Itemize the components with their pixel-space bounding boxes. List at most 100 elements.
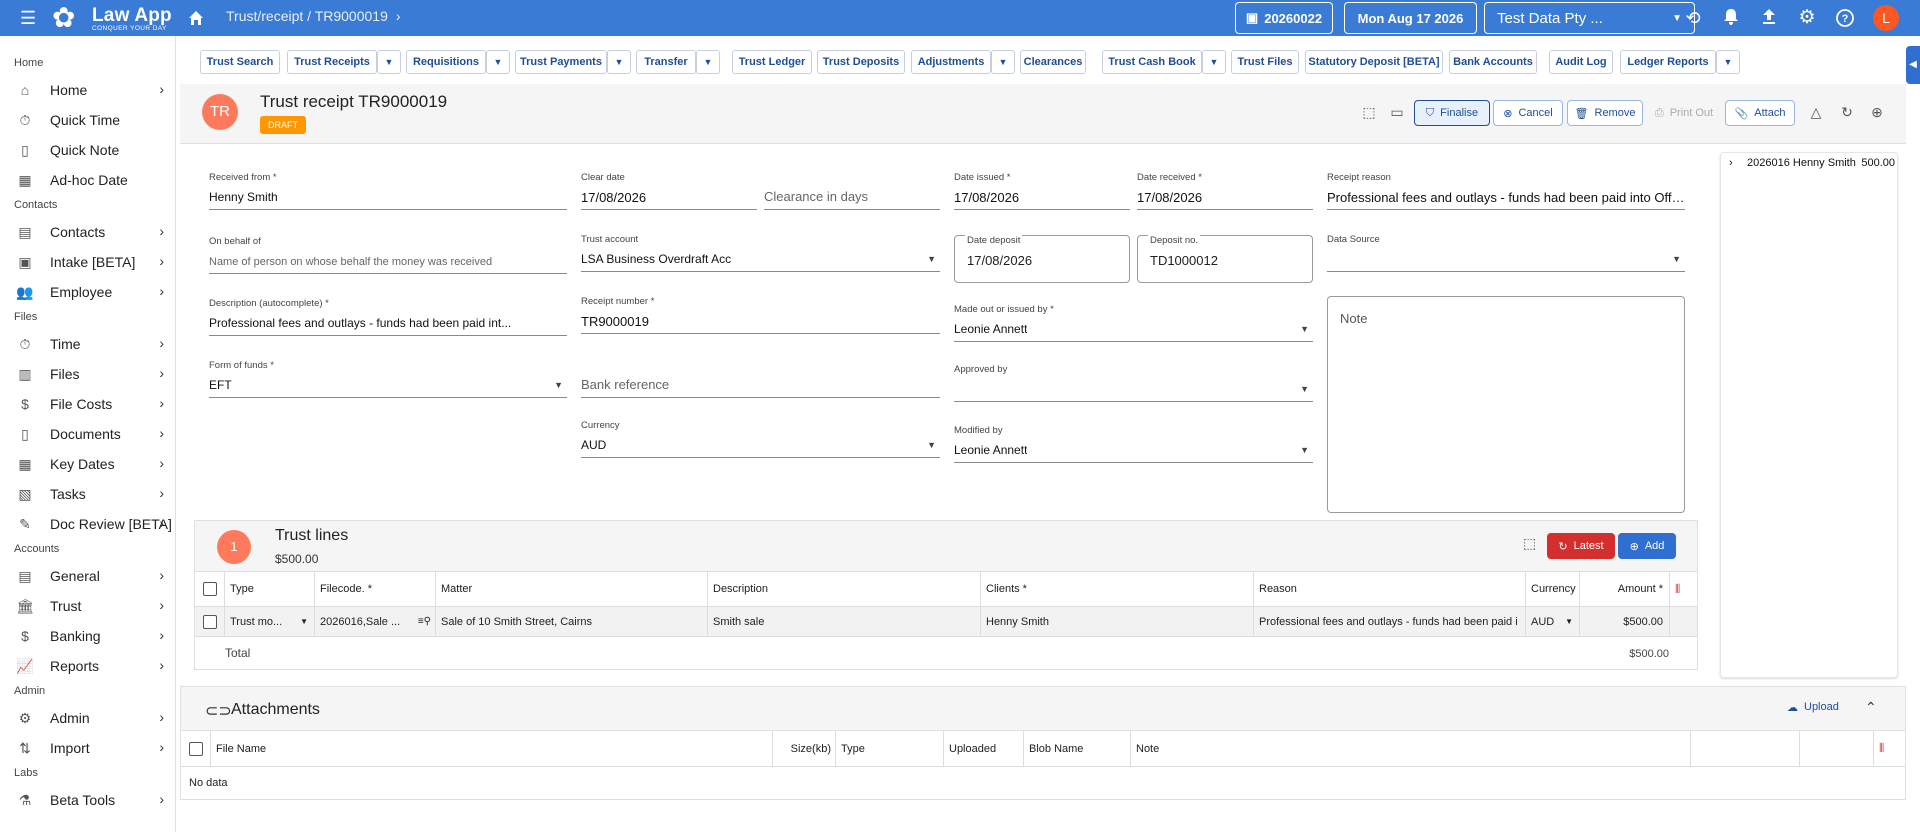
sidebar-item-employee[interactable]: 👥 Employee ›: [16, 279, 174, 305]
home-icon[interactable]: [186, 8, 206, 28]
add-button[interactable]: ⊕ Add: [1618, 533, 1676, 559]
tab-clearances[interactable]: Clearances: [1020, 50, 1086, 74]
column-header[interactable]: Blob Name: [1024, 731, 1131, 766]
column-header[interactable]: Reason: [1254, 572, 1526, 606]
column-header[interactable]: Filecode. *: [315, 572, 436, 606]
tab-ledger-reports[interactable]: Ledger Reports: [1620, 50, 1716, 74]
sidebar-item-admin[interactable]: ⚙ Admin ›: [16, 705, 174, 731]
row-checkbox[interactable]: [202, 614, 217, 629]
matter-cell[interactable]: Sale of 10 Smith Street, Cairns: [436, 607, 708, 636]
form-of-funds-select[interactable]: Form of funds * EFT ▼: [209, 360, 567, 398]
amount-cell[interactable]: $500.00: [1580, 607, 1670, 636]
tab-trust-payments[interactable]: Trust Payments: [515, 50, 607, 74]
data-source-select[interactable]: Data Source ▼: [1327, 234, 1685, 272]
sidebar-item-files[interactable]: ▥ Files ›: [16, 361, 174, 387]
sidebar-item-home[interactable]: ⌂ Home ›: [16, 77, 174, 103]
requisitions-dropdown[interactable]: ▼: [486, 50, 510, 74]
sidebar-item-banking[interactable]: $ Banking ›: [16, 623, 174, 649]
trust-receipts-dropdown[interactable]: ▼: [377, 50, 401, 74]
receipt-number-field[interactable]: Receipt number * TR9000019: [581, 296, 940, 334]
description-field[interactable]: Description (autocomplete) * Professiona…: [209, 298, 567, 336]
sidebar-item-file-costs[interactable]: $ File Costs ›: [16, 391, 174, 417]
approved-by-select[interactable]: Approved by ▼: [954, 364, 1313, 402]
finalise-button[interactable]: ⛉ Finalise: [1414, 100, 1490, 126]
tree-item[interactable]: › 2026016 Henny Smith 500.00: [1729, 157, 1895, 169]
sidebar-item-trust[interactable]: 🏛 Trust ›: [16, 593, 174, 619]
ledger-reports-dropdown[interactable]: ▼: [1716, 50, 1740, 74]
modified-by-select[interactable]: Modified by Leonie Annett ▼: [954, 425, 1313, 463]
column-header[interactable]: Clients *: [981, 572, 1254, 606]
tab-transfer[interactable]: Transfer: [636, 50, 696, 74]
trust-account-select[interactable]: Trust account LSA Business Overdraft Acc…: [581, 234, 940, 272]
help-icon[interactable]: ?: [1835, 8, 1855, 28]
gear-icon[interactable]: ⚙: [1797, 8, 1817, 28]
app-logo[interactable]: ✿ Law App CONQUER YOUR DAY: [52, 2, 176, 34]
date-button[interactable]: Mon Aug 17 2026: [1344, 2, 1477, 34]
type-select[interactable]: Trust mo... ▼: [225, 607, 315, 636]
date-received-field[interactable]: Date received * 17/08/2026: [1137, 172, 1313, 210]
deposit-no-field[interactable]: Deposit no. TD1000012: [1137, 235, 1313, 283]
user-avatar[interactable]: L: [1873, 5, 1899, 31]
add-circle-icon[interactable]: ⊕: [1868, 103, 1886, 121]
description-cell[interactable]: Smith sale: [708, 607, 981, 636]
latest-button[interactable]: ↻ Latest: [1547, 533, 1615, 559]
breadcrumb-text[interactable]: Trust/receipt / TR9000019: [226, 8, 388, 24]
sidebar-item-intake[interactable]: ▣ Intake [BETA] ›: [16, 249, 174, 275]
table-row[interactable]: Trust mo... ▼ 2026016,Sale ... ≡⚲ Sale of …: [195, 607, 1697, 637]
select-all-checkbox[interactable]: [188, 741, 203, 756]
column-header[interactable]: Note: [1131, 731, 1691, 766]
tab-trust-ledger[interactable]: Trust Ledger: [732, 50, 812, 74]
column-header[interactable]: Currency: [1526, 572, 1580, 606]
sidebar-item-quick-note[interactable]: ▯ Quick Note: [16, 137, 174, 163]
tab-requisitions[interactable]: Requisitions: [406, 50, 486, 74]
reason-cell[interactable]: Professional fees and outlays - funds ha…: [1254, 607, 1526, 636]
column-header[interactable]: Amount *: [1580, 572, 1670, 606]
date-issued-field[interactable]: Date issued * 17/08/2026: [954, 172, 1130, 210]
collapse-icon[interactable]: ⌃: [1865, 699, 1877, 716]
column-header[interactable]: File Name: [211, 731, 773, 766]
sidebar-item-documents[interactable]: ▯ Documents ›: [16, 421, 174, 447]
select-area-icon[interactable]: ⬚: [1360, 103, 1378, 121]
clear-date-field[interactable]: Clear date 17/08/2026: [581, 172, 757, 210]
receipt-reason-field[interactable]: Receipt reason Professional fees and out…: [1327, 172, 1685, 210]
tab-adjustments[interactable]: Adjustments: [911, 50, 991, 74]
warning-icon[interactable]: △: [1807, 103, 1825, 121]
note-textarea[interactable]: Note: [1327, 296, 1685, 513]
transfer-dropdown[interactable]: ▼: [696, 50, 720, 74]
on-behalf-of-field[interactable]: On behalf of Name of person on whose beh…: [209, 236, 567, 274]
sidebar-item-beta-tools[interactable]: ⚗ Beta Tools ›: [16, 787, 174, 813]
company-select[interactable]: Test Data Pty ... ▼: [1484, 2, 1695, 34]
currency-cell[interactable]: AUD ▼: [1526, 607, 1580, 636]
search-list-icon[interactable]: ≡⚲: [418, 616, 431, 627]
cancel-button[interactable]: ⊗ Cancel: [1493, 100, 1563, 126]
refresh-icon[interactable]: ↻: [1838, 103, 1856, 121]
history-icon[interactable]: ⟲: [1683, 8, 1703, 28]
period-button[interactable]: ▣ 20260022: [1235, 2, 1333, 34]
remove-button[interactable]: 🗑 Remove: [1567, 100, 1643, 126]
column-header[interactable]: Size(kb): [773, 731, 836, 766]
select-area-icon[interactable]: ⬚: [1523, 535, 1541, 553]
tab-bank-accounts[interactable]: Bank Accounts: [1449, 50, 1537, 74]
menu-icon[interactable]: ☰: [20, 9, 38, 27]
select-all-checkbox[interactable]: [202, 582, 217, 596]
tab-trust-search[interactable]: Trust Search: [200, 50, 280, 74]
tab-statutory-deposit[interactable]: Statutory Deposit [BETA]: [1305, 50, 1443, 74]
sidebar-item-doc-review[interactable]: ✎ Doc Review [BETA] ›: [16, 511, 174, 537]
column-header[interactable]: Description: [708, 572, 981, 606]
tab-audit-log[interactable]: Audit Log: [1549, 50, 1613, 74]
column-settings-icon[interactable]: ⦀: [1670, 572, 1699, 606]
upload-icon[interactable]: [1759, 8, 1779, 28]
sidebar-item-tasks[interactable]: ▧ Tasks ›: [16, 481, 174, 507]
tab-trust-cash-book[interactable]: Trust Cash Book: [1102, 50, 1202, 74]
filecode-cell[interactable]: 2026016,Sale ... ≡⚲: [315, 607, 436, 636]
side-panel-toggle[interactable]: ◀: [1906, 46, 1920, 84]
date-deposit-field[interactable]: Date deposit 17/08/2026: [954, 235, 1130, 283]
bell-icon[interactable]: [1721, 8, 1741, 28]
trust-cash-book-dropdown[interactable]: ▼: [1202, 50, 1226, 74]
clearance-days-field[interactable]: Clearance in days: [764, 172, 940, 210]
sidebar-item-ad-hoc-date[interactable]: ▦ Ad-hoc Date: [16, 167, 174, 193]
received-from-field[interactable]: Received from * Henny Smith: [209, 172, 567, 210]
sidebar-item-contacts[interactable]: ▤ Contacts ›: [16, 219, 174, 245]
made-out-by-select[interactable]: Made out or issued by * Leonie Annett ▼: [954, 304, 1313, 342]
currency-select[interactable]: Currency AUD ▼: [581, 420, 940, 458]
